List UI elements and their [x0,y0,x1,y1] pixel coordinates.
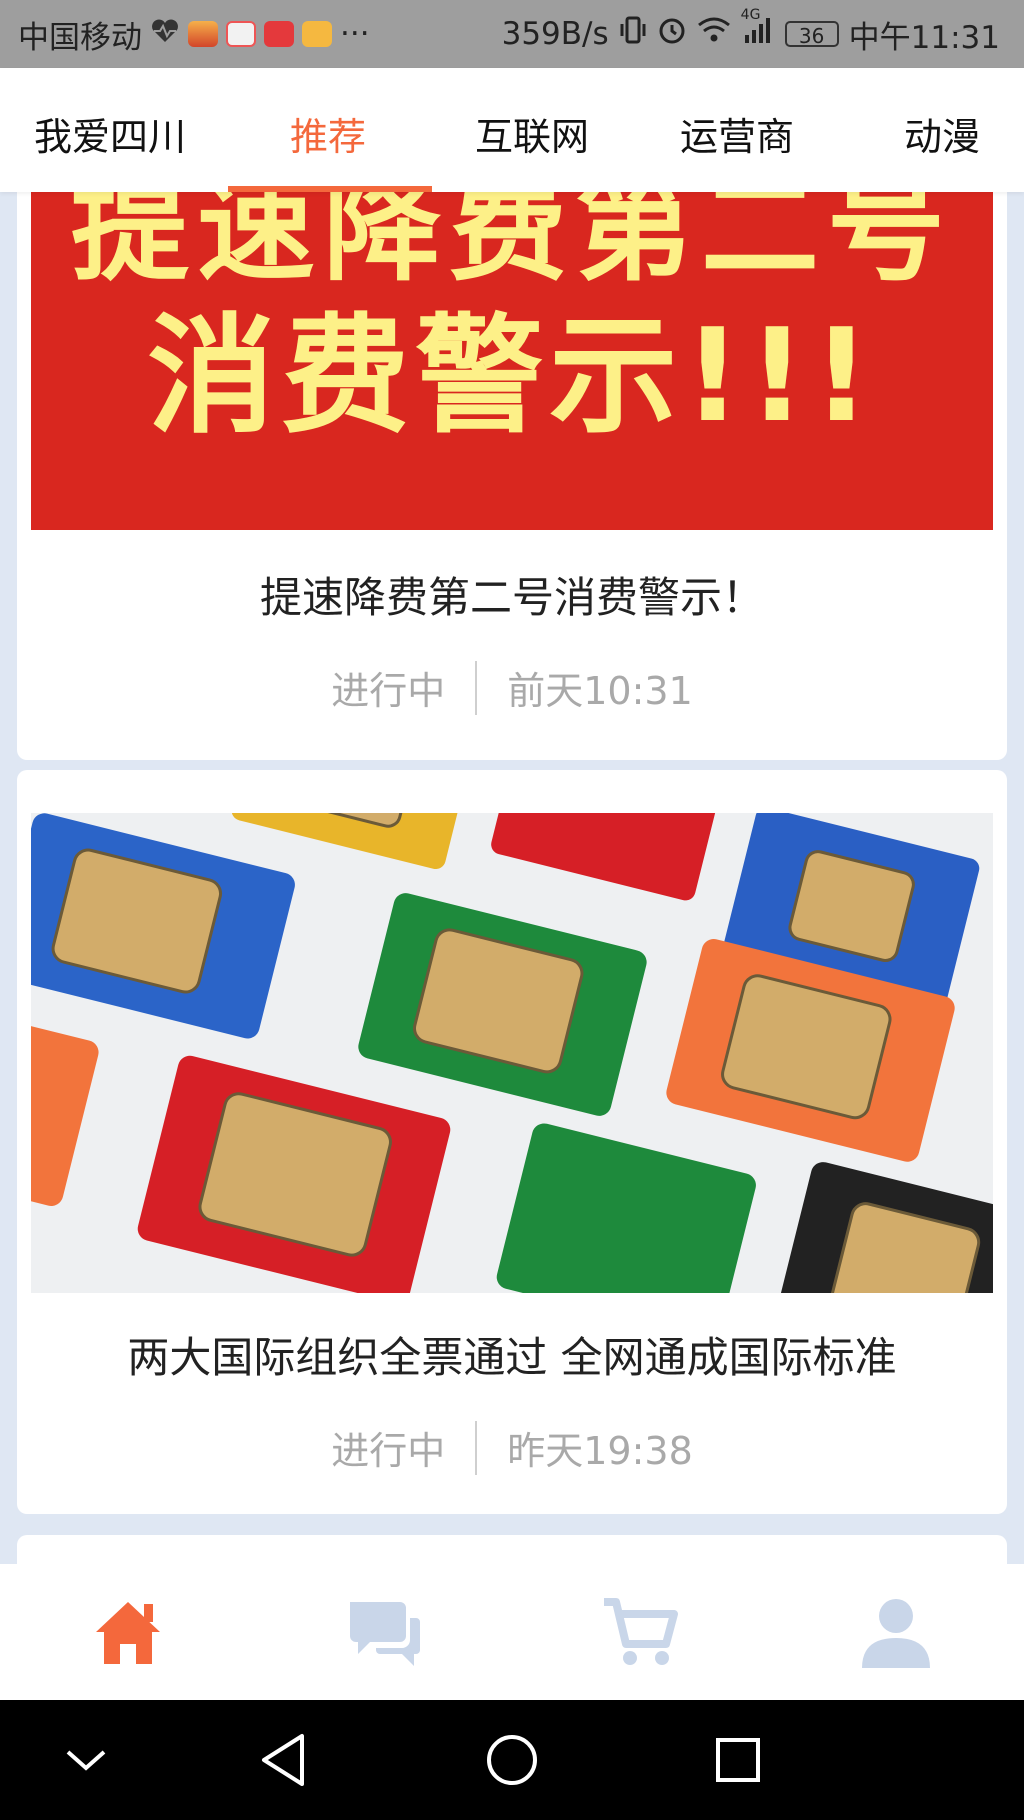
article-card[interactable]: 两大国际组织全票通过 全网通成国际标准 进行中 昨天19:38 [17,770,1007,1514]
home-icon[interactable] [88,1592,168,1672]
recents-icon[interactable] [706,1728,770,1792]
clock: 中午11:31 [848,19,1000,56]
meta-divider [475,1420,478,1475]
publish-time: 前天10:31 [507,669,693,713]
tab-recommended[interactable]: 推荐 [290,106,366,161]
signal-icon: 4G [741,7,775,53]
publish-time: 昨天19:38 [507,1429,693,1473]
article-card[interactable] [17,1535,1007,1564]
bottom-tab-bar [0,1564,1024,1700]
net-speed: 359B/s [501,16,609,52]
status-label: 进行中 [331,1429,446,1473]
article-image[interactable] [31,813,993,1293]
chat-icon[interactable] [344,1592,424,1672]
sim-cards-image [31,813,993,1293]
heart-rate-icon [150,17,180,52]
image-text-line2: 消费警示!!! [147,302,877,451]
article-feed[interactable]: 提速降费第二号 消费警示!!! 提速降费第二号消费警示！ 进行中 前天10:31 [0,192,1024,1564]
status-bar: 中国移动 ··· 359B/s 4G 36 中午11:31 [0,0,1024,68]
article-card[interactable]: 提速降费第二号 消费警示!!! 提速降费第二号消费警示！ 进行中 前天10:31 [17,192,1007,760]
status-label: 进行中 [331,669,446,713]
wifi-icon [697,16,731,52]
article-title[interactable]: 两大国际组织全票通过 全网通成国际标准 [17,1324,1007,1385]
bike-icon [226,21,256,47]
meta-divider [475,660,478,715]
tab-welove-sichuan[interactable]: 我爱四川 [34,106,186,161]
tab-internet[interactable]: 互联网 [475,106,589,161]
more-notifications-icon: ··· [340,16,370,52]
vibrate-icon [619,15,647,53]
article-meta: 进行中 前天10:31 [17,660,1007,715]
alarm-icon [657,15,687,53]
system-navigation-bar [0,1700,1024,1820]
jd-icon [264,21,294,47]
back-icon[interactable] [252,1728,316,1792]
carrier-label: 中国移动 [18,19,142,56]
active-tab-indicator [228,186,432,192]
mail-icon [302,21,332,47]
article-title[interactable]: 提速降费第二号消费警示！ [17,564,1007,625]
home-circle-icon[interactable] [480,1728,544,1792]
tab-carrier[interactable]: 运营商 [680,106,794,161]
collapse-icon[interactable] [54,1728,118,1792]
cart-icon[interactable] [600,1592,680,1672]
category-tabs: 我爱四川 推荐 互联网 运营商 动漫 [0,68,1024,192]
profile-icon[interactable] [856,1592,936,1672]
article-meta: 进行中 昨天19:38 [17,1420,1007,1475]
article-image[interactable]: 提速降费第二号 消费警示!!! [31,192,993,530]
game-icon [188,21,218,47]
tab-anime[interactable]: 动漫 [904,106,980,161]
battery-icon: 36 [784,21,839,48]
